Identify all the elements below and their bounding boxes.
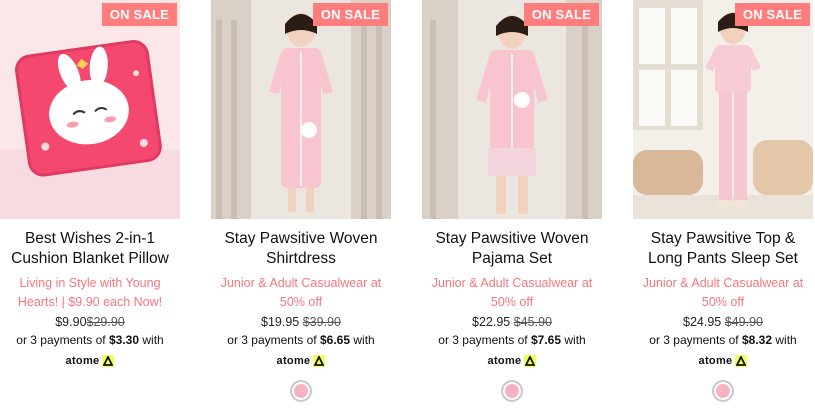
- installment-text: or 3 payments of $3.30 with: [0, 331, 190, 350]
- atome-logo: atome: [623, 354, 815, 368]
- installment-suffix: with: [142, 333, 164, 347]
- product-image[interactable]: ON SALE: [422, 0, 602, 219]
- installment-amount: $3.30: [109, 333, 140, 347]
- product-title-line: Shirtdress: [266, 250, 336, 267]
- sale-price: $9.90: [55, 315, 87, 329]
- original-price: $29.90: [86, 315, 125, 329]
- installment-amount: $6.65: [320, 333, 351, 347]
- sale-price: $22.95: [472, 315, 511, 329]
- installment-suffix: with: [564, 333, 586, 347]
- original-price: $39.90: [302, 315, 341, 329]
- product-title-line: Stay Pawsitive Woven: [435, 230, 589, 247]
- sleep-set-model-image: [633, 0, 813, 219]
- installment-suffix: with: [353, 333, 375, 347]
- atome-a-icon: [735, 355, 748, 367]
- promo-text: Junior & Adult Casualwear at 50% off: [412, 273, 612, 312]
- product-image[interactable]: ON SALE: [0, 0, 180, 219]
- product-title[interactable]: Best Wishes 2-in-1 Cushion Blanket Pillo…: [0, 229, 190, 269]
- product-title-line: Cushion Blanket Pillow: [11, 250, 169, 267]
- sale-price: $24.95: [683, 315, 722, 329]
- atome-a-icon: [102, 355, 115, 367]
- shirtdress-model-image: [211, 0, 391, 219]
- installment-prefix: or 3 payments of: [16, 333, 106, 347]
- original-price: $45.90: [513, 315, 552, 329]
- installment-text: or 3 payments of $8.32 with: [623, 331, 815, 350]
- price-row: $19.95 $39.90: [201, 313, 401, 331]
- atome-label: atome: [276, 355, 311, 367]
- installment-amount: $8.32: [742, 333, 773, 347]
- color-swatch-pink[interactable]: [712, 380, 734, 402]
- on-sale-badge: ON SALE: [523, 3, 599, 26]
- installment-prefix: or 3 payments of: [438, 333, 528, 347]
- atome-logo: atome: [412, 354, 612, 368]
- promo-line: Junior & Adult Casualwear at: [642, 276, 804, 290]
- product-card[interactable]: ON SALE Best Wishes 2-in-1 Cushion Blank…: [0, 0, 180, 368]
- atome-logo: atome: [201, 354, 401, 368]
- cushion-pillow-image: [0, 0, 180, 219]
- promo-line: Living in Style with Young: [19, 276, 161, 290]
- atome-label: atome: [487, 355, 522, 367]
- promo-line: 50% off: [279, 295, 323, 309]
- promo-text: Junior & Adult Casualwear at 50% off: [623, 273, 815, 312]
- installment-prefix: or 3 payments of: [649, 333, 739, 347]
- product-card[interactable]: ON SALE Stay Pawsitive Woven Shirtdress …: [211, 0, 391, 402]
- product-image[interactable]: ON SALE: [633, 0, 813, 219]
- installment-text: or 3 payments of $6.65 with: [201, 331, 401, 350]
- installment-text: or 3 payments of $7.65 with: [412, 331, 612, 350]
- color-swatch-pink[interactable]: [290, 380, 312, 402]
- promo-line: Junior & Adult Casualwear at: [220, 276, 382, 290]
- promo-line: Junior & Adult Casualwear at: [431, 276, 593, 290]
- color-swatch-pink[interactable]: [501, 380, 523, 402]
- product-grid: ON SALE Best Wishes 2-in-1 Cushion Blank…: [0, 0, 815, 412]
- promo-line: Hearts! | $9.90 each Now!: [17, 295, 163, 309]
- pajama-set-model-image: [422, 0, 602, 219]
- installment-prefix: or 3 payments of: [227, 333, 317, 347]
- promo-line: 50% off: [701, 295, 745, 309]
- product-title-line: Best Wishes 2-in-1: [24, 230, 156, 247]
- atome-label: atome: [698, 355, 733, 367]
- original-price: $49.90: [724, 315, 763, 329]
- product-title-line: Stay Pawsitive Woven: [224, 230, 378, 247]
- product-title[interactable]: Stay Pawsitive Woven Pajama Set: [412, 229, 612, 269]
- price-row: $24.95 $49.90: [623, 313, 815, 331]
- atome-label: atome: [65, 355, 100, 367]
- atome-a-icon: [313, 355, 326, 367]
- installment-suffix: with: [775, 333, 797, 347]
- product-title-line: Stay Pawsitive Top &: [650, 230, 796, 247]
- promo-text: Living in Style with Young Hearts! | $9.…: [0, 273, 190, 312]
- promo-line: 50% off: [490, 295, 534, 309]
- sale-price: $19.95: [261, 315, 300, 329]
- product-title[interactable]: Stay Pawsitive Woven Shirtdress: [201, 229, 401, 269]
- price-row: $22.95 $45.90: [412, 313, 612, 331]
- promo-text: Junior & Adult Casualwear at 50% off: [201, 273, 401, 312]
- product-title-line: Pajama Set: [471, 250, 553, 267]
- product-card[interactable]: ON SALE Stay Pawsitive Woven Pajama Set …: [422, 0, 602, 402]
- atome-a-icon: [524, 355, 537, 367]
- on-sale-badge: ON SALE: [734, 3, 810, 26]
- on-sale-badge: ON SALE: [101, 3, 177, 26]
- installment-amount: $7.65: [531, 333, 562, 347]
- product-image[interactable]: ON SALE: [211, 0, 391, 219]
- on-sale-badge: ON SALE: [312, 3, 388, 26]
- product-card[interactable]: ON SALE Stay Pawsitive Top & Long Pants …: [633, 0, 813, 402]
- product-title-line: Long Pants Sleep Set: [648, 250, 798, 267]
- price-row: $9.90$29.90: [0, 313, 190, 331]
- atome-logo: atome: [0, 354, 190, 368]
- product-title[interactable]: Stay Pawsitive Top & Long Pants Sleep Se…: [623, 229, 815, 269]
